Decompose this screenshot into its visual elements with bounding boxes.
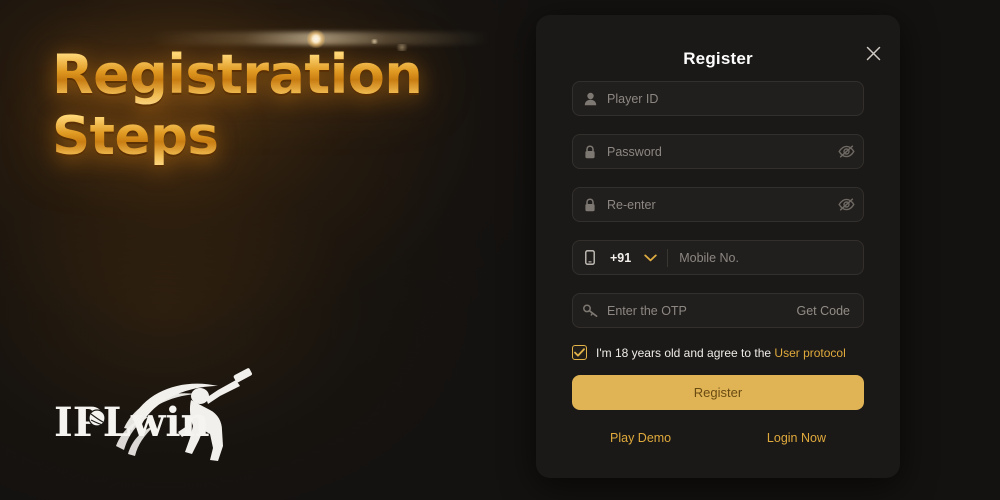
register-submit-button[interactable]: Register bbox=[572, 375, 864, 410]
reenter-password-field[interactable] bbox=[572, 187, 864, 222]
hero-title-line-1: Registration bbox=[52, 44, 482, 106]
reenter-visibility-toggle[interactable] bbox=[829, 198, 863, 211]
password-input[interactable] bbox=[607, 144, 829, 159]
close-button[interactable] bbox=[857, 37, 889, 69]
check-icon bbox=[574, 348, 585, 357]
field-divider bbox=[667, 248, 669, 267]
country-code-label: +91 bbox=[610, 250, 632, 265]
otp-input[interactable] bbox=[607, 303, 797, 318]
get-code-button[interactable]: Get Code bbox=[796, 304, 863, 318]
hero-title-line-2: Steps bbox=[52, 106, 482, 168]
lock-icon bbox=[573, 144, 607, 159]
login-now-link[interactable]: Login Now bbox=[767, 431, 826, 445]
phone-icon bbox=[573, 250, 607, 265]
lock-icon bbox=[573, 197, 607, 212]
eye-slash-icon bbox=[837, 145, 855, 158]
iplwin-logo-icon: IPLwin bbox=[54, 368, 252, 461]
register-modal: Register Player ID Password Re-enter +91… bbox=[536, 15, 900, 478]
user-icon bbox=[573, 92, 607, 106]
user-protocol-link[interactable]: User protocol bbox=[774, 346, 845, 360]
svg-text:IPLwin: IPLwin bbox=[54, 399, 210, 446]
password-field[interactable] bbox=[572, 134, 864, 169]
modal-footer-links: Play Demo Login Now bbox=[572, 431, 864, 445]
player-id-input[interactable] bbox=[607, 91, 863, 106]
eye-slash-icon bbox=[837, 198, 855, 211]
agreement-label: I'm 18 years old and agree to the bbox=[596, 345, 775, 360]
agreement-row: I'm 18 years old and agree to the User p… bbox=[572, 345, 864, 360]
mobile-number-input[interactable] bbox=[679, 250, 863, 265]
play-demo-link[interactable]: Play Demo bbox=[610, 431, 671, 445]
country-code-selector[interactable]: +91 bbox=[607, 251, 667, 265]
register-form: +91 Get Code bbox=[572, 81, 864, 445]
key-icon bbox=[573, 304, 607, 317]
modal-title: Register bbox=[683, 49, 753, 68]
hero-title: Registration Steps bbox=[52, 44, 482, 168]
otp-field[interactable]: Get Code bbox=[572, 293, 864, 328]
chevron-down-icon bbox=[644, 254, 657, 262]
password-visibility-toggle[interactable] bbox=[829, 145, 863, 158]
brand-logo: IPLwin bbox=[50, 368, 260, 468]
reenter-password-input[interactable] bbox=[607, 197, 829, 212]
agreement-text: I'm 18 years old and agree to the User p… bbox=[596, 346, 846, 360]
age-agreement-checkbox[interactable] bbox=[572, 345, 587, 360]
player-id-field[interactable] bbox=[572, 81, 864, 116]
mobile-number-field[interactable]: +91 bbox=[572, 240, 864, 275]
close-icon bbox=[866, 46, 880, 60]
